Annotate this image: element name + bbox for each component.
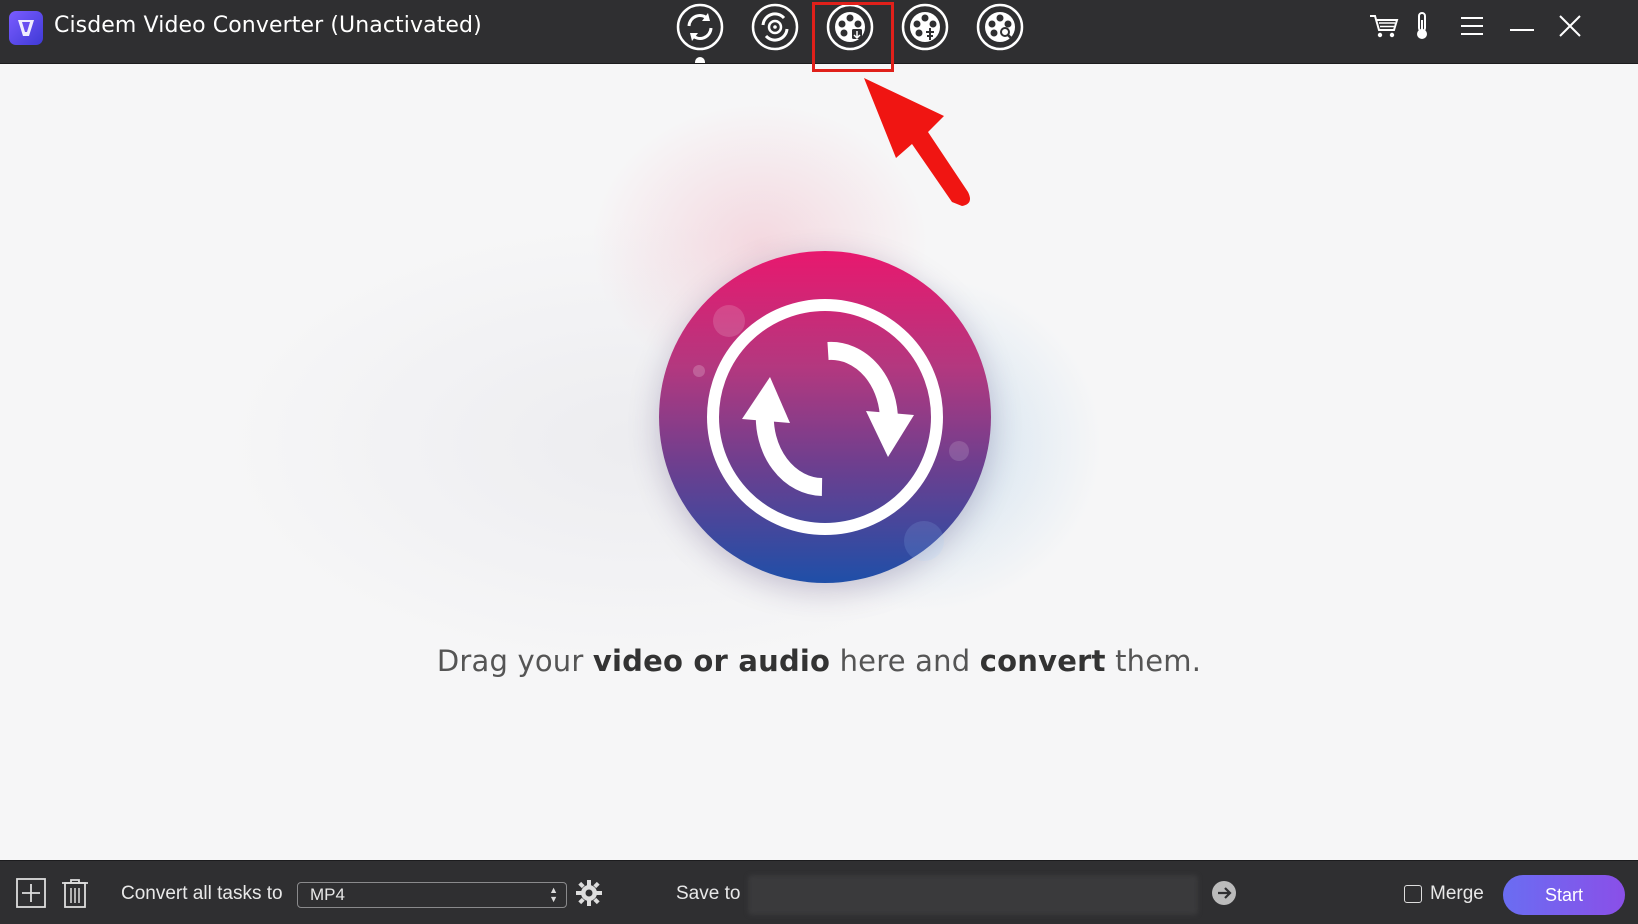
rip-disc-icon — [750, 2, 800, 57]
drop-text-bold: video or audio — [592, 644, 831, 678]
drop-text-part: Drag your — [436, 644, 593, 678]
menu-icon — [1460, 16, 1484, 41]
download-mode-button[interactable] — [824, 3, 876, 55]
edit-mode-button[interactable] — [974, 3, 1026, 55]
format-settings-button[interactable] — [573, 879, 605, 911]
red-arrow-annotation — [864, 78, 970, 206]
drop-text-bold: convert — [979, 644, 1106, 678]
trash-icon — [61, 878, 89, 913]
close-icon — [1558, 14, 1582, 43]
app-title: Cisdem Video Converter (Unactivated) — [54, 13, 482, 38]
rip-mode-button[interactable] — [749, 3, 801, 55]
merge-label: Merge — [1430, 883, 1484, 904]
convert-icon — [675, 2, 725, 57]
convert-hero-icon[interactable] — [659, 251, 991, 583]
cart-icon — [1369, 13, 1399, 44]
compress-video-icon — [900, 2, 950, 57]
merge-toggle[interactable]: Merge — [1404, 883, 1484, 905]
add-icon — [16, 877, 46, 913]
updown-arrows-icon: ▲ ▼ — [549, 885, 558, 904]
format-select[interactable]: MP4 ▲ ▼ — [297, 882, 567, 908]
drop-text-part: here and — [830, 644, 980, 678]
register-button[interactable] — [1402, 8, 1442, 48]
gear-icon — [576, 879, 602, 911]
menu-button[interactable] — [1452, 8, 1492, 48]
edit-video-icon — [975, 2, 1025, 57]
minimize-icon — [1510, 19, 1534, 37]
convert-all-label: Convert all tasks to — [121, 883, 283, 904]
save-path-field[interactable] — [748, 875, 1198, 915]
start-button[interactable]: Start — [1503, 875, 1625, 915]
thermometer-icon — [1414, 11, 1430, 45]
merge-checkbox[interactable] — [1404, 885, 1422, 903]
format-select-value: MP4 — [310, 885, 345, 904]
delete-button[interactable] — [59, 878, 91, 913]
download-video-icon — [825, 2, 875, 57]
cart-button[interactable] — [1364, 8, 1404, 48]
drop-area[interactable]: Drag your video or audio here and conver… — [0, 64, 1638, 860]
minimize-button[interactable] — [1502, 8, 1542, 48]
title-bar: Cisdem Video Converter (Unactivated) — [0, 0, 1638, 64]
app-logo-icon — [9, 11, 43, 45]
bottom-bar: Convert all tasks to MP4 ▲ ▼ Save to Merg… — [0, 860, 1638, 924]
drop-instruction-text: Drag your video or audio here and conver… — [0, 644, 1638, 678]
active-mode-indicator — [695, 57, 705, 63]
drop-text-part: them. — [1105, 644, 1202, 678]
close-button[interactable] — [1550, 8, 1590, 48]
compress-mode-button[interactable] — [899, 3, 951, 55]
convert-mode-button[interactable] — [674, 2, 726, 63]
arrow-right-circle-icon — [1211, 880, 1237, 911]
add-file-button[interactable] — [15, 877, 47, 913]
open-folder-button[interactable] — [1208, 879, 1240, 911]
save-to-label: Save to — [676, 883, 741, 904]
